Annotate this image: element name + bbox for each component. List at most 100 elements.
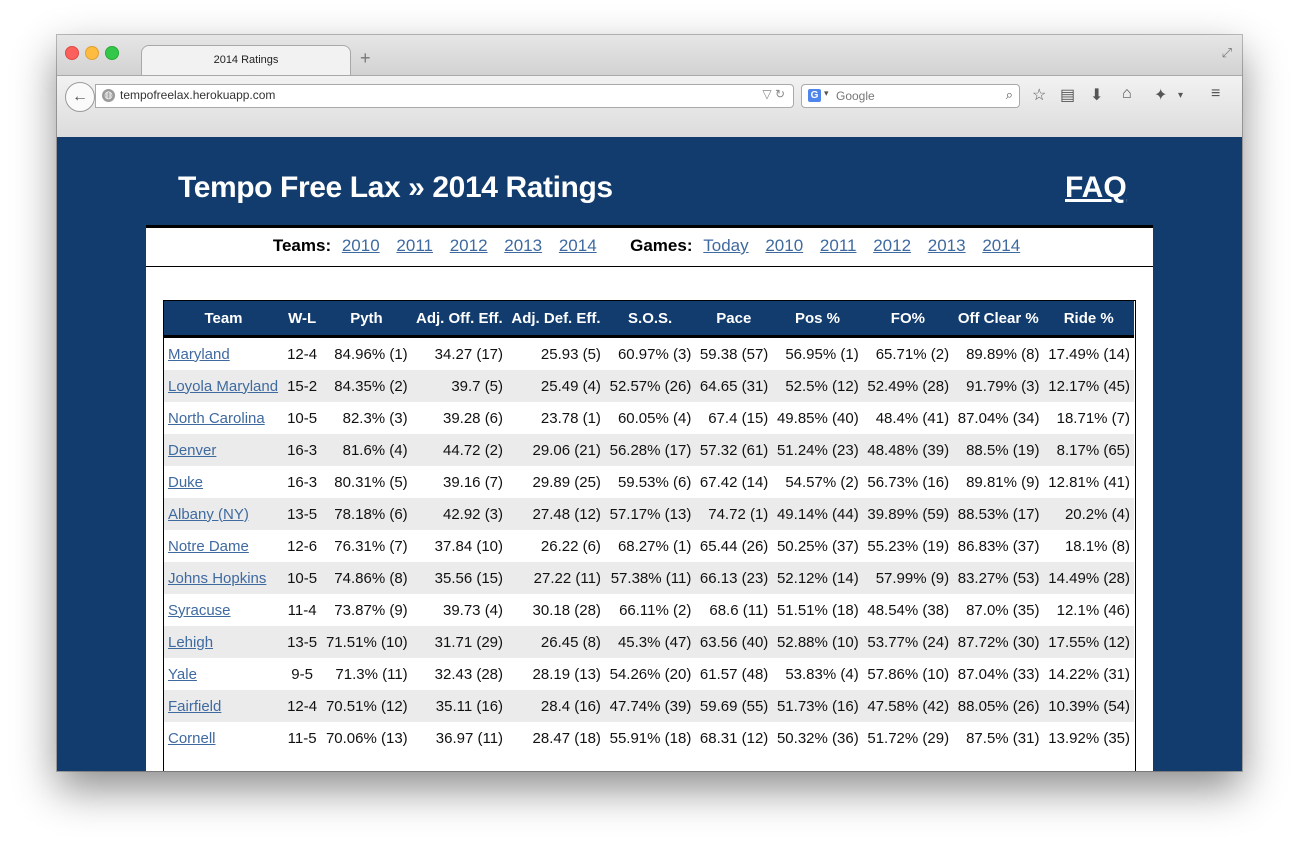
teams-link-2010[interactable]: 2010 xyxy=(342,236,380,255)
table-cell: 48.4% (41) xyxy=(875,409,950,427)
team-link[interactable]: Lehigh xyxy=(168,634,213,651)
reading-list-icon[interactable]: ▤ xyxy=(1060,85,1075,105)
table-row: North Carolina 10-5 82.3% (3) 39.28 (6) 23.7… xyxy=(164,402,1134,434)
dropdown-arrow-icon[interactable]: ▽ xyxy=(762,87,771,101)
table-cell: 66.11% (2) xyxy=(619,601,692,619)
new-tab-button[interactable]: + xyxy=(360,48,371,69)
column-header[interactable]: Pace xyxy=(695,301,773,338)
fullscreen-icon[interactable]: ⤢ xyxy=(1222,45,1232,61)
table-cell: 55.91% (18) xyxy=(609,729,692,747)
url-bar[interactable]: ◍ tempofreelax.herokuapp.com ▽ ↻ xyxy=(95,84,794,108)
column-header[interactable]: Pos % xyxy=(772,301,863,338)
table-cell: 10-5 xyxy=(287,409,318,427)
table-cell: 27.22 (11) xyxy=(533,569,601,587)
column-header[interactable]: Off Clear % xyxy=(953,301,1044,338)
extension-icon[interactable]: ✦ xyxy=(1154,85,1167,105)
teams-link-2012[interactable]: 2012 xyxy=(450,236,488,255)
games-link-2014[interactable]: 2014 xyxy=(982,236,1020,255)
games-link-today[interactable]: Today xyxy=(703,236,748,255)
teams-link-2014[interactable]: 2014 xyxy=(559,236,597,255)
team-link[interactable]: Albany (NY) xyxy=(168,506,249,523)
table-row: Lehigh 13-5 71.51% (10) 31.71 (29) 26.45 (8)… xyxy=(164,626,1134,658)
team-cell: Albany (NY) xyxy=(164,498,283,530)
page-title: Tempo Free Lax » 2014 Ratings xyxy=(178,171,613,204)
zoom-window-button[interactable] xyxy=(105,46,119,60)
team-link[interactable]: Maryland xyxy=(168,346,230,363)
reload-icon[interactable]: ↻ xyxy=(775,87,785,101)
table-cell: 88.53% (17) xyxy=(957,505,1040,523)
table-cell: 89.89% (8) xyxy=(966,345,1040,363)
table-cell: 51.72% (29) xyxy=(867,729,950,747)
search-placeholder: Google xyxy=(836,89,875,103)
team-link[interactable]: Syracuse xyxy=(168,602,231,619)
table-cell: 10-5 xyxy=(287,569,318,587)
table-cell: 63.56 (40) xyxy=(699,633,769,651)
teams-link-2011[interactable]: 2011 xyxy=(396,236,433,255)
team-cell: Cornell xyxy=(164,722,283,754)
table-cell: 82.3% (3) xyxy=(342,409,408,427)
team-cell: Syracuse xyxy=(164,594,283,626)
table-cell: 64.65 (31) xyxy=(699,377,769,395)
table-row: Fairfield 12-4 70.51% (12) 35.11 (16) 28.4 (… xyxy=(164,690,1134,722)
faq-link[interactable]: FAQ xyxy=(1065,171,1127,205)
table-cell: 54.57% (2) xyxy=(785,473,859,491)
team-link[interactable]: Denver xyxy=(168,442,216,459)
table-cell: 65.71% (2) xyxy=(875,345,950,363)
google-icon[interactable]: G xyxy=(808,89,821,102)
table-cell: 25.49 (4) xyxy=(540,377,601,395)
team-link[interactable]: Cornell xyxy=(168,730,216,747)
bookmark-star-icon[interactable]: ☆ xyxy=(1032,85,1046,105)
table-cell: 67.42 (14) xyxy=(699,473,769,491)
table-cell: 52.88% (10) xyxy=(776,633,859,651)
table-cell: 12.81% (41) xyxy=(1048,473,1130,491)
table-cell: 12-4 xyxy=(287,697,318,715)
column-header[interactable]: Pyth xyxy=(321,301,412,338)
table-cell: 88.5% (19) xyxy=(966,441,1040,459)
column-header[interactable]: S.O.S. xyxy=(604,301,696,338)
table-cell: 78.18% (6) xyxy=(334,505,408,523)
table-cell: 52.49% (28) xyxy=(867,377,950,395)
table-cell: 26.22 (6) xyxy=(540,537,601,555)
table-cell: 57.86% (10) xyxy=(867,665,950,683)
minimize-window-button[interactable] xyxy=(85,46,99,60)
games-link-2013[interactable]: 2013 xyxy=(928,236,966,255)
column-header[interactable]: Team xyxy=(164,301,283,338)
browser-tab[interactable]: 2014 Ratings xyxy=(141,45,351,77)
table-cell: 39.16 (7) xyxy=(442,473,504,491)
games-link-2011[interactable]: 2011 xyxy=(820,236,857,255)
teams-label: Teams: xyxy=(272,236,332,255)
team-link[interactable]: Duke xyxy=(168,474,203,491)
search-bar[interactable]: G ▾ Google ⌕ xyxy=(801,84,1020,108)
home-icon[interactable]: ⌂ xyxy=(1122,85,1132,103)
table-row: Albany (NY) 13-5 78.18% (6) 42.92 (3) 27.48 … xyxy=(164,498,1134,530)
column-header[interactable]: W-L xyxy=(282,301,322,338)
table-cell: 87.5% (31) xyxy=(966,729,1040,747)
team-link[interactable]: North Carolina xyxy=(168,410,265,427)
ratings-table: Team W-L Pyth Adj. Off. Eff. Adj. Def. Eff. S… xyxy=(164,301,1134,754)
team-link[interactable]: Loyola Maryland xyxy=(168,378,278,395)
magnifier-icon[interactable]: ⌕ xyxy=(1006,87,1013,103)
table-cell: 51.24% (23) xyxy=(776,441,859,459)
table-cell: 48.54% (38) xyxy=(867,601,950,619)
column-header[interactable]: Ride % xyxy=(1043,301,1134,338)
team-link[interactable]: Yale xyxy=(168,666,197,683)
teams-link-2013[interactable]: 2013 xyxy=(504,236,542,255)
close-window-button[interactable] xyxy=(65,46,79,60)
extension-caret-icon[interactable]: ▾ xyxy=(1178,90,1183,101)
table-cell: 51.51% (18) xyxy=(776,601,859,619)
table-cell: 88.05% (26) xyxy=(957,697,1040,715)
search-engine-caret-icon[interactable]: ▾ xyxy=(824,88,829,99)
table-cell: 28.4 (16) xyxy=(540,697,601,715)
team-link[interactable]: Notre Dame xyxy=(168,538,249,555)
games-link-2012[interactable]: 2012 xyxy=(873,236,911,255)
team-link[interactable]: Johns Hopkins xyxy=(168,570,266,587)
back-button[interactable]: ← xyxy=(65,82,95,112)
column-header[interactable]: Adj. Def. Eff. xyxy=(507,301,605,338)
games-link-2010[interactable]: 2010 xyxy=(765,236,803,255)
download-icon[interactable]: ⬇ xyxy=(1090,85,1103,105)
team-link[interactable]: Fairfield xyxy=(168,698,221,715)
column-header[interactable]: Adj. Off. Eff. xyxy=(411,301,508,338)
column-header[interactable]: FO% xyxy=(862,301,954,338)
menu-icon[interactable]: ≡ xyxy=(1211,85,1220,103)
table-cell: 87.72% (30) xyxy=(957,633,1040,651)
